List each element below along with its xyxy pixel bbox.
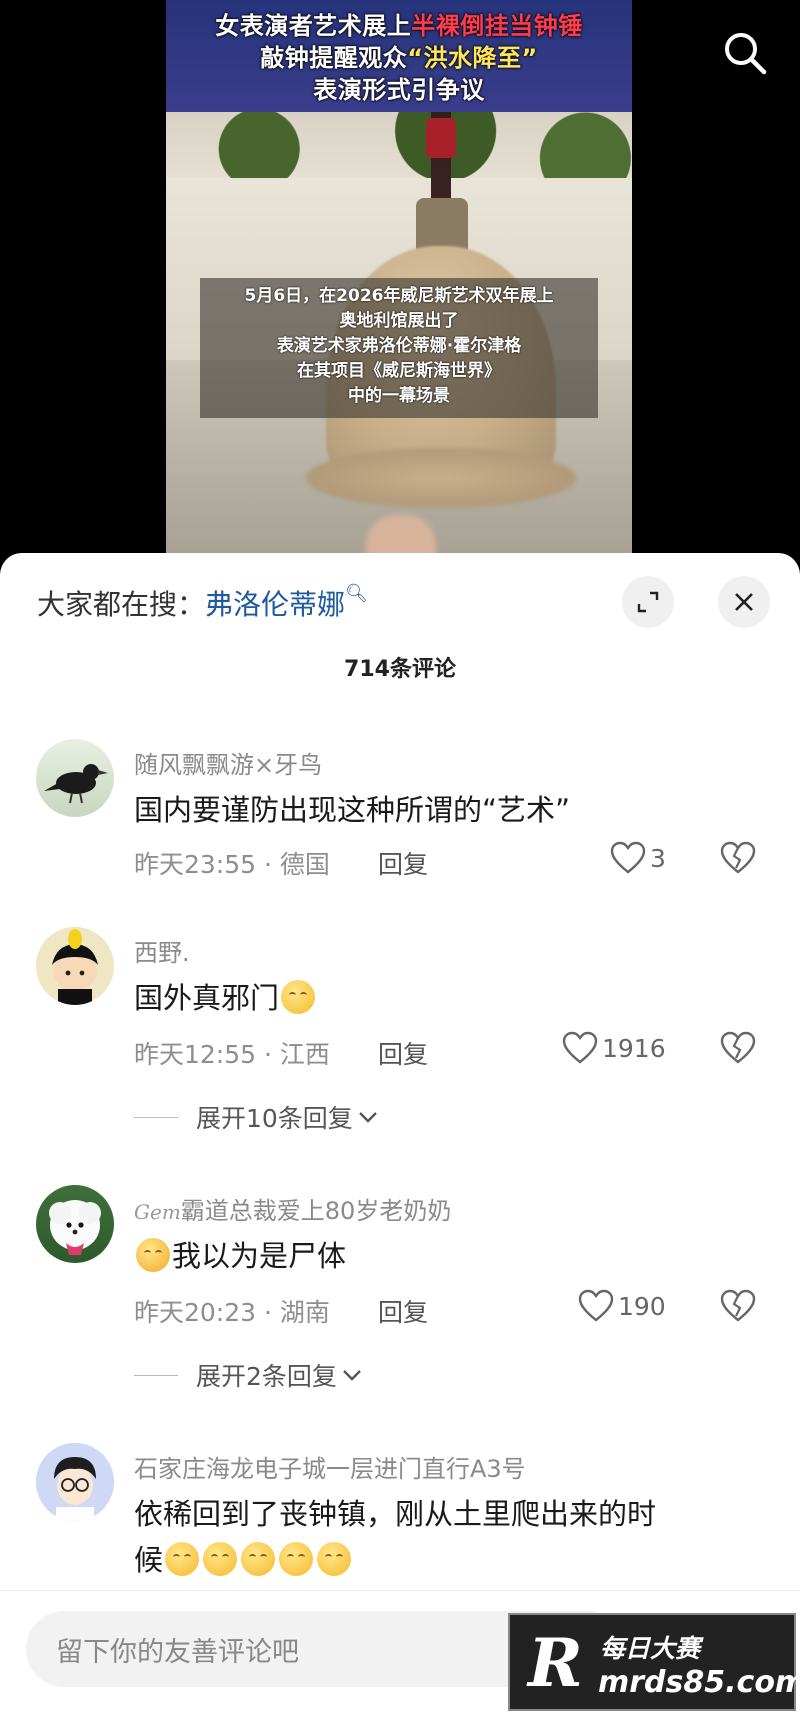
trending-search-term[interactable]: 弗洛伦蒂娜 bbox=[205, 588, 345, 621]
like-button[interactable]: 1916 bbox=[562, 1031, 666, 1065]
dislike-button[interactable] bbox=[720, 841, 756, 879]
comment-meta: 昨天23:55 · 德国 bbox=[134, 850, 330, 879]
avatar[interactable] bbox=[36, 927, 114, 1005]
reply-button[interactable]: 回复 bbox=[378, 1293, 428, 1329]
comment-text-line: 候 bbox=[134, 1543, 164, 1577]
comment-item: 西野. 国外真邪门 昨天12:55 · 江西 回复 1916 展开10条回复 bbox=[0, 923, 800, 1143]
expand-button[interactable] bbox=[622, 576, 674, 628]
smile-emoji-icon bbox=[203, 1542, 238, 1576]
expand-replies-label: 展开2条回复 bbox=[196, 1362, 337, 1391]
smile-emoji-icon bbox=[317, 1542, 352, 1576]
comment-count: 714条评论 bbox=[344, 657, 456, 682]
comment-text: 国外真邪门 bbox=[134, 975, 754, 1021]
heart-icon bbox=[610, 841, 646, 874]
caption-line: 中的一幕场景 bbox=[348, 386, 450, 406]
small-search-icon: 🔍︎ bbox=[345, 583, 368, 604]
like-count: 1916 bbox=[602, 1033, 666, 1063]
search-icon[interactable] bbox=[720, 28, 770, 78]
reply-button[interactable]: 回复 bbox=[378, 1035, 428, 1071]
headline-line-1: 女表演者艺术展上半裸倒挂当钟锤 bbox=[166, 10, 632, 42]
avatar[interactable] bbox=[36, 1443, 114, 1521]
video-frame[interactable]: 女表演者艺术展上半裸倒挂当钟锤 敲钟提醒观众“洪水降至” 表演形式引争议 5月6… bbox=[166, 0, 632, 560]
chevron-down-icon bbox=[358, 1112, 377, 1123]
like-count: 3 bbox=[650, 843, 666, 873]
bell-lip bbox=[306, 448, 576, 508]
comment-text: 我以为是尸体 bbox=[134, 1233, 754, 1279]
comment-sheet: 大家都在搜：弗洛伦蒂娜🔍︎ 714条评论 随风飘飘游×牙鸟 国内要谨防出现这种所… bbox=[0, 553, 800, 1715]
divider bbox=[134, 1116, 178, 1118]
close-button[interactable] bbox=[718, 576, 770, 628]
broken-heart-icon bbox=[720, 1289, 756, 1322]
video-caption: 5月6日，在2026年威尼斯艺术双年展上 奥地利馆展出了 表演艺术家弗洛伦蒂娜·… bbox=[200, 278, 598, 418]
video-player[interactable]: 女表演者艺术展上半裸倒挂当钟锤 敲钟提醒观众“洪水降至” 表演形式引争议 5月6… bbox=[0, 0, 800, 560]
heart-icon bbox=[562, 1031, 598, 1064]
expand-replies-label: 展开10条回复 bbox=[196, 1104, 353, 1133]
caption-line: 5月6日，在2026年威尼斯艺术双年展上 bbox=[244, 286, 554, 306]
comment-username[interactable]: 西野. bbox=[134, 933, 190, 968]
watermark: R 每日大赛 mrds85.com bbox=[508, 1613, 800, 1711]
comment-item: Gem霸道总裁爱上80岁老奶奶 我以为是尸体 昨天20:23 · 湖南 回复 1… bbox=[0, 1181, 800, 1401]
watermark-title: 每日大赛 bbox=[600, 1634, 701, 1663]
avatar[interactable] bbox=[36, 1185, 114, 1263]
comment-text-line: 依稀回到了丧钟镇，刚从土里爬出来的时 bbox=[134, 1497, 657, 1531]
username-text: 霸道总裁爱上80岁老奶奶 bbox=[180, 1197, 452, 1225]
avatar[interactable] bbox=[36, 739, 114, 817]
headline-line-3: 表演形式引争议 bbox=[313, 76, 485, 104]
expand-replies-button[interactable]: 展开2条回复 bbox=[134, 1357, 363, 1393]
like-button[interactable]: 3 bbox=[610, 841, 666, 875]
dislike-button[interactable] bbox=[720, 1031, 756, 1069]
watermark-url: mrds85.com bbox=[598, 1665, 800, 1700]
comment-text-body: 国外真邪门 bbox=[134, 981, 280, 1015]
headline-quote: “洪水降至” bbox=[407, 44, 538, 72]
comment-username[interactable]: Gem霸道总裁爱上80岁老奶奶 bbox=[134, 1191, 451, 1226]
close-icon bbox=[735, 593, 753, 611]
bell-rope-tie bbox=[426, 118, 456, 158]
comment-item: 石家庄海龙电子城一层进门直行A3号 依稀回到了丧钟镇，刚从土里爬出来的时 候 bbox=[0, 1439, 800, 1599]
caption-line: 表演艺术家弗洛伦蒂娜·霍尔津格 bbox=[276, 336, 522, 356]
trending-search-label: 大家都在搜： bbox=[37, 588, 206, 621]
smile-emoji-icon bbox=[279, 1542, 314, 1576]
comment-text: 国内要谨防出现这种所谓的“艺术” bbox=[134, 793, 571, 827]
sheet-header: 大家都在搜：弗洛伦蒂娜🔍︎ bbox=[0, 553, 800, 643]
crying-emoji-icon bbox=[136, 1238, 170, 1272]
smile-emoji-icon bbox=[281, 980, 316, 1014]
like-count: 190 bbox=[618, 1291, 666, 1321]
reply-button[interactable]: 回复 bbox=[378, 845, 428, 881]
comment-meta: 昨天12:55 · 江西 bbox=[134, 1040, 330, 1069]
expand-icon bbox=[637, 591, 659, 613]
caption-line: 奥地利馆展出了 bbox=[339, 311, 459, 331]
broken-heart-icon bbox=[720, 1031, 756, 1064]
chevron-down-icon bbox=[343, 1370, 361, 1381]
comment-username[interactable]: 随风飘飘游×牙鸟 bbox=[134, 745, 322, 780]
comment-text-body: 我以为是尸体 bbox=[172, 1239, 347, 1273]
headline-highlight: 半裸倒挂当钟锤 bbox=[411, 12, 583, 40]
watermark-logo: R bbox=[528, 1624, 583, 1702]
headline-text: 敲钟提醒观众 bbox=[260, 44, 408, 72]
like-button[interactable]: 190 bbox=[578, 1289, 666, 1323]
username-prefix: Gem bbox=[134, 1200, 181, 1224]
comment-item: 随风飘飘游×牙鸟 国内要谨防出现这种所谓的“艺术” 昨天23:55 · 德国 回… bbox=[0, 735, 800, 885]
dislike-button[interactable] bbox=[720, 1289, 756, 1327]
smile-emoji-icon bbox=[241, 1542, 276, 1576]
smile-emoji-icon bbox=[165, 1542, 200, 1576]
broken-heart-icon bbox=[720, 841, 756, 874]
expand-replies-button[interactable]: 展开10条回复 bbox=[134, 1099, 379, 1135]
comment-username[interactable]: 石家庄海龙电子城一层进门直行A3号 bbox=[134, 1449, 526, 1484]
caption-line: 在其项目《威尼斯海世界》 bbox=[297, 361, 501, 381]
video-headline: 女表演者艺术展上半裸倒挂当钟锤 敲钟提醒观众“洪水降至” 表演形式引争议 bbox=[166, 0, 632, 112]
heart-icon bbox=[578, 1289, 614, 1322]
comment-meta: 昨天20:23 · 湖南 bbox=[134, 1298, 330, 1327]
headline-line-2: 敲钟提醒观众“洪水降至” bbox=[166, 42, 632, 74]
comment-text: 依稀回到了丧钟镇，刚从土里爬出来的时 候 bbox=[134, 1491, 754, 1583]
trending-search[interactable]: 大家都在搜：弗洛伦蒂娜🔍︎ bbox=[37, 583, 368, 623]
headline-text: 女表演者艺术展上 bbox=[215, 12, 412, 40]
divider bbox=[134, 1374, 178, 1376]
